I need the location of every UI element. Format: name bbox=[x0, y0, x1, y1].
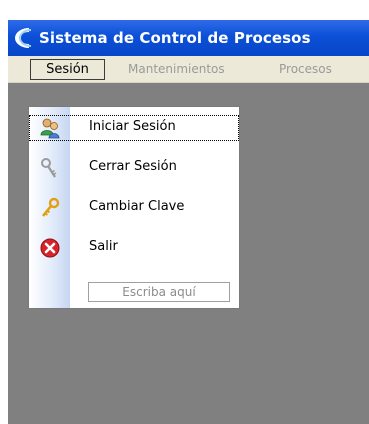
menu-item-label: Cambiar Clave bbox=[89, 199, 185, 214]
menu-sesion[interactable]: Sesión bbox=[30, 59, 105, 80]
menu-procesos[interactable]: Procesos bbox=[279, 59, 332, 79]
menu-item-salir[interactable]: Salir bbox=[29, 235, 239, 261]
users-icon bbox=[40, 118, 60, 139]
menu-item-iniciar-sesion[interactable]: Iniciar Sesión bbox=[29, 115, 239, 141]
window-title: Sistema de Control de Procesos bbox=[39, 29, 311, 47]
menu-item-label: Cerrar Sesión bbox=[89, 159, 177, 174]
title-bar[interactable]: Sistema de Control de Procesos bbox=[8, 20, 369, 56]
new-menu-item-input[interactable] bbox=[88, 282, 230, 302]
session-dropdown-menu: Iniciar Sesión Cerrar Sesión Cambiar Cla… bbox=[28, 106, 240, 309]
app-icon bbox=[14, 28, 32, 48]
menu-item-label: Salir bbox=[89, 239, 118, 254]
exit-icon bbox=[40, 238, 60, 258]
keys-icon bbox=[41, 158, 57, 178]
menu-mantenimientos[interactable]: Mantenimientos bbox=[128, 59, 225, 79]
menu-item-cerrar-sesion[interactable]: Cerrar Sesión bbox=[29, 155, 239, 181]
menu-item-label: Iniciar Sesión bbox=[89, 119, 176, 134]
menu-bar: Sesión Mantenimientos Procesos bbox=[8, 56, 369, 83]
key-icon bbox=[41, 197, 60, 217]
menu-item-cambiar-clave[interactable]: Cambiar Clave bbox=[29, 195, 239, 221]
